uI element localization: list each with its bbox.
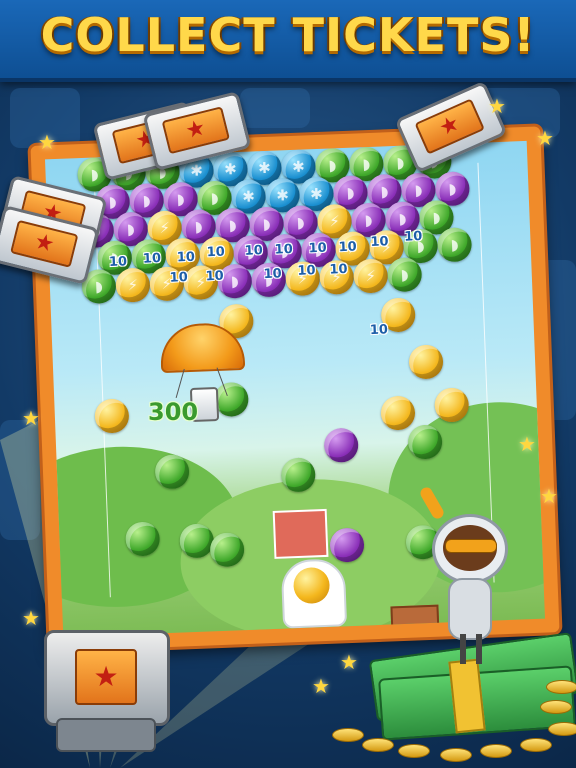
coin [480, 744, 512, 758]
points-label: 10 [244, 243, 264, 259]
points-label: 10 [205, 268, 224, 285]
star-icon: ★ [536, 126, 554, 150]
points-label: 10 [369, 322, 389, 339]
coin [332, 728, 364, 742]
background-tile [240, 88, 310, 128]
star-icon: ★ [22, 406, 40, 430]
gold-bubble: ⚡ [115, 267, 151, 303]
points-label: 10 [142, 251, 162, 267]
mascot-leg [460, 634, 466, 664]
star-icon: ★ [488, 94, 506, 118]
points-label: 10 [169, 270, 189, 286]
coin [362, 738, 394, 752]
points-label: 10 [108, 254, 128, 271]
ticket-machine-base [56, 718, 156, 752]
green-bubble: ◗ [436, 227, 473, 263]
coin [546, 680, 576, 694]
mascot-body [448, 578, 492, 640]
points-label: 10 [338, 239, 357, 256]
purple-bubble [323, 427, 359, 463]
score-popup: 300 [148, 398, 199, 426]
star-icon: ★ [518, 432, 536, 456]
star-icon: ★ [38, 130, 56, 154]
points-label: 10 [176, 249, 196, 266]
gold-bubble [408, 344, 444, 380]
coin [548, 722, 576, 736]
gold-bubble: ⚡ [353, 258, 389, 294]
green-bubble [213, 381, 249, 418]
parachute-string [175, 368, 185, 398]
brick-block [390, 604, 440, 631]
points-label: 10 [263, 266, 282, 283]
points-label: 10 [308, 240, 327, 257]
banner-title: COLLECT TICKETS! [40, 8, 536, 62]
coin [540, 700, 572, 714]
star-icon: ★ [540, 484, 558, 508]
points-label: 10 [206, 244, 226, 261]
mascot-leg [476, 634, 482, 664]
coin [398, 744, 430, 758]
points-label: 10 [329, 261, 348, 278]
coin [520, 738, 552, 752]
barn [272, 508, 329, 559]
points-label: 10 [274, 241, 294, 258]
points-label: 10 [403, 229, 423, 245]
gold-bubble [94, 398, 130, 434]
star-icon: ★ [340, 650, 358, 674]
star-icon: ★ [22, 606, 40, 630]
coin [440, 748, 472, 762]
points-label: 10 [297, 263, 316, 279]
green-bubble: ◗ [387, 257, 423, 293]
star-icon: ★ [312, 674, 330, 698]
title-banner: COLLECT TICKETS! [0, 0, 576, 82]
points-label: 10 [370, 234, 389, 250]
mascot-helmet [432, 514, 508, 584]
ticket-machine: ★ [44, 630, 170, 726]
gold-bubble [380, 395, 416, 431]
